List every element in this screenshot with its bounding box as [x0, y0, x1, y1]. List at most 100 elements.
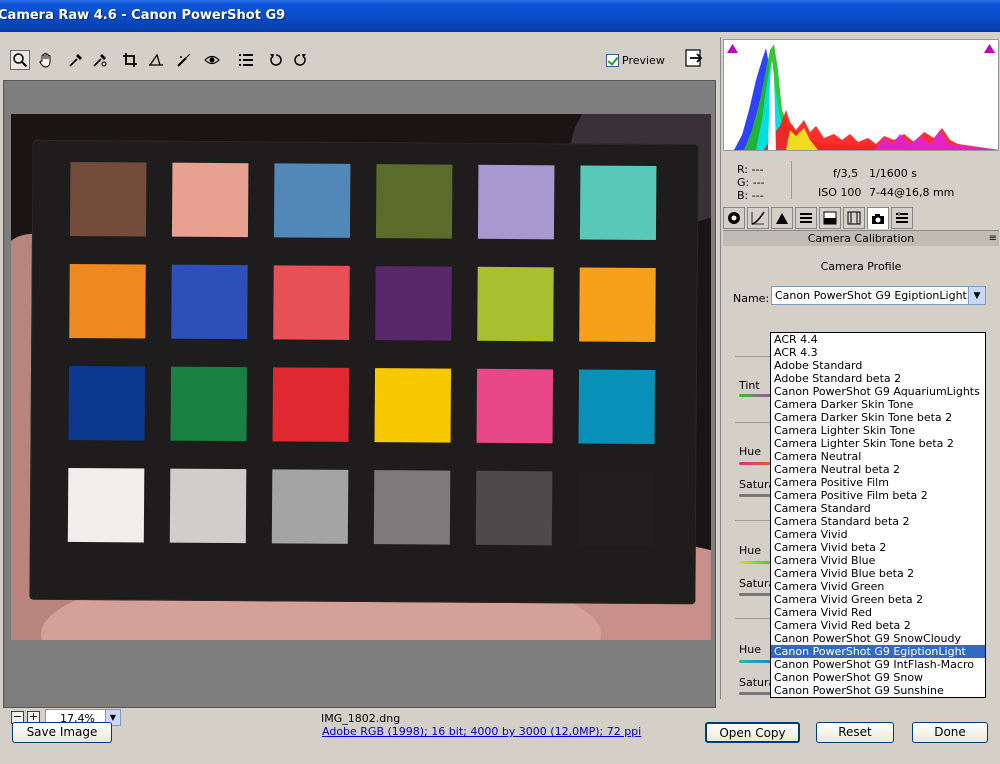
shadow-clipping-icon[interactable] [727, 44, 738, 53]
color-patch [171, 264, 248, 340]
dropdown-option[interactable]: Camera Standard beta 2 [771, 515, 985, 528]
color-patch [273, 163, 351, 238]
tint-label: Tint [739, 379, 760, 392]
tab-hsl[interactable] [795, 207, 817, 229]
tone-curve-icon [751, 211, 765, 225]
dropdown-option[interactable]: Canon PowerShot G9 SnowCloudy [771, 632, 985, 645]
open-copy-button[interactable]: Open Copy [705, 722, 800, 743]
iso-value: ISO 100 [818, 186, 862, 199]
tab-lens-corrections[interactable] [843, 207, 865, 229]
dropdown-option[interactable]: Camera Standard [771, 502, 985, 515]
blue-saturation-slider[interactable] [739, 692, 773, 695]
retouch-tool[interactable] [174, 50, 194, 70]
dropdown-option[interactable]: Camera Vivid beta 2 [771, 541, 985, 554]
dropdown-option[interactable]: ACR 4.3 [771, 346, 985, 359]
photo-preview [11, 114, 711, 640]
preferences-tool[interactable] [236, 50, 256, 70]
dropdown-option[interactable]: Camera Neutral [771, 450, 985, 463]
zoom-tool[interactable] [10, 50, 30, 70]
dropdown-option[interactable]: Camera Vivid Red beta 2 [771, 619, 985, 632]
rotate-right-button[interactable] [290, 50, 310, 70]
preview-label: Preview [622, 53, 665, 67]
camera-profile-heading: Camera Profile [820, 260, 902, 273]
camera-profile-select[interactable]: Canon PowerShot G9 EgiptionLight ▼ [771, 286, 986, 305]
white-balance-tool[interactable] [66, 50, 86, 70]
camera-profile-dropdown[interactable]: ACR 4.4 ACR 4.3 Adobe Standard Adobe Standa… [770, 332, 986, 698]
presets-icon [896, 212, 908, 223]
preview-toggle[interactable]: Preview [606, 52, 665, 68]
dropdown-option[interactable]: Camera Neutral beta 2 [771, 463, 985, 476]
red-saturation-slider[interactable] [739, 494, 773, 497]
dropdown-option[interactable]: Camera Vivid Green [771, 580, 985, 593]
tab-camera-calibration[interactable] [867, 207, 889, 229]
panel-header: Camera Calibration ≡ [723, 230, 999, 246]
detail-icon [776, 213, 788, 224]
dropdown-option[interactable]: Canon PowerShot G9 Sunshine [771, 684, 985, 697]
dropdown-option[interactable]: Camera Positive Film [771, 476, 985, 489]
green-hue-slider[interactable] [739, 561, 773, 564]
dropdown-option[interactable]: Canon PowerShot G9 AquariumLights [771, 385, 985, 398]
color-patch [375, 266, 452, 341]
tab-presets[interactable] [891, 207, 913, 229]
preview-checkbox[interactable] [606, 53, 619, 67]
dropdown-option[interactable]: Camera Vivid Blue [771, 554, 985, 567]
camera-raw-window: Preview − + 17,4% ▼ IMG_1802.dng Save Im… [0, 32, 1000, 764]
dropdown-option[interactable]: Adobe Standard beta 2 [771, 372, 985, 385]
reset-button[interactable]: Reset [816, 722, 894, 743]
panel-menu-icon[interactable]: ≡ [989, 231, 997, 246]
dropdown-option[interactable]: Camera Lighter Skin Tone beta 2 [771, 437, 985, 450]
color-sampler-tool[interactable] [90, 50, 110, 70]
dropdown-option[interactable]: Camera Lighter Skin Tone [771, 424, 985, 437]
basic-icon [728, 212, 740, 224]
highlight-clipping-icon[interactable] [984, 44, 995, 53]
green-group-divider [735, 520, 775, 521]
red-hue-label: Hue [739, 445, 762, 458]
dropdown-option[interactable]: Camera Vivid Green beta 2 [771, 593, 985, 606]
dropdown-option[interactable]: Canon PowerShot G9 IntFlash-Macro [771, 658, 985, 671]
dropdown-option[interactable]: Adobe Standard [771, 359, 985, 372]
dropdown-option[interactable]: Canon PowerShot G9 EgiptionLight [771, 645, 985, 658]
dropdown-option[interactable]: Camera Darker Skin Tone beta 2 [771, 411, 985, 424]
workflow-options-link[interactable]: Adobe RGB (1998); 16 bit; 4000 by 3000 (… [322, 725, 641, 738]
done-button[interactable]: Done [912, 722, 988, 743]
rotate-left-button[interactable] [266, 50, 286, 70]
preferences-icon [239, 54, 253, 66]
dropdown-option[interactable]: Canon PowerShot G9 Snow [771, 671, 985, 684]
dropdown-option[interactable]: Camera Darker Skin Tone [771, 398, 985, 411]
export-icon [685, 49, 703, 67]
green-readout: G: --- [737, 176, 765, 189]
straighten-tool[interactable] [146, 50, 166, 70]
tab-detail[interactable] [771, 207, 793, 229]
green-saturation-slider[interactable] [739, 593, 773, 596]
save-image-button[interactable]: Save Image [12, 722, 112, 743]
red-hue-slider[interactable] [739, 462, 773, 465]
crop-tool[interactable] [120, 50, 140, 70]
camera-calibration-icon [872, 213, 884, 224]
image-canvas[interactable] [3, 80, 716, 708]
toggle-fullscreen-button[interactable] [684, 48, 704, 68]
color-patch [373, 470, 451, 545]
tint-slider[interactable] [739, 394, 773, 397]
dropdown-option[interactable]: ACR 4.4 [771, 333, 985, 346]
zoom-icon [13, 53, 28, 68]
title-bar: Camera Raw 4.6 - Canon PowerShot G9 [0, 0, 1000, 32]
dropdown-option[interactable]: Camera Positive Film beta 2 [771, 489, 985, 502]
straighten-icon [149, 53, 163, 66]
file-name: IMG_1802.dng [321, 712, 401, 725]
red-eye-tool[interactable] [202, 50, 222, 70]
rotate-left-icon [270, 54, 282, 66]
blue-hue-slider[interactable] [739, 660, 773, 663]
hand-tool[interactable] [36, 50, 56, 70]
panel-title: Camera Calibration [807, 232, 915, 245]
hand-icon [39, 53, 51, 68]
color-patch [477, 266, 554, 342]
dropdown-option[interactable]: Camera Vivid [771, 528, 985, 541]
tab-tone-curve[interactable] [747, 207, 769, 229]
blue-hue-label: Hue [739, 643, 762, 656]
dropdown-option[interactable]: Camera Vivid Blue beta 2 [771, 567, 985, 580]
tab-split-toning[interactable] [819, 207, 841, 229]
dropdown-option[interactable]: Camera Vivid Red [771, 606, 985, 619]
tab-basic[interactable] [723, 207, 745, 229]
chevron-down-icon[interactable]: ▼ [968, 287, 985, 304]
crop-icon [123, 53, 137, 67]
